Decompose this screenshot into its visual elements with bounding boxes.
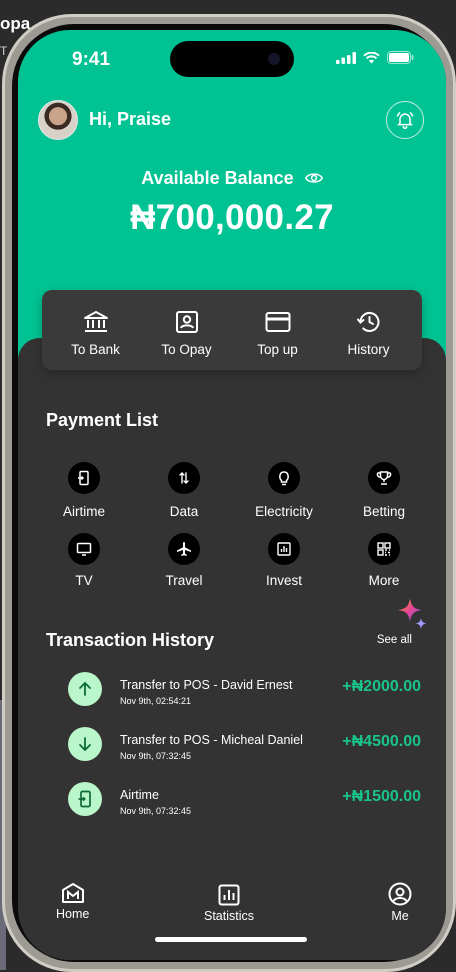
balance-amount: ₦700,000.27 bbox=[130, 198, 334, 237]
avatar[interactable] bbox=[38, 100, 78, 140]
quick-action-to-opay[interactable]: To Opay bbox=[144, 290, 230, 370]
transaction-row[interactable]: Transfer to POS - Micheal Daniel Nov 9th… bbox=[68, 725, 428, 780]
quick-action-label: To Opay bbox=[161, 342, 212, 357]
transaction-row[interactable]: Transfer to POS - David Ernest Nov 9th, … bbox=[68, 670, 428, 725]
quick-action-top-up[interactable]: Top up bbox=[235, 290, 321, 370]
home-indicator[interactable] bbox=[155, 937, 307, 942]
transaction-amount: +₦2000.00 bbox=[342, 678, 421, 695]
phone-screen: 9:41 Hi, Praise Available Balance ₦700,0… bbox=[18, 30, 446, 960]
balance-label-row: Available Balance bbox=[18, 168, 446, 190]
payment-label: Airtime bbox=[62, 504, 105, 519]
see-all-link[interactable]: See all bbox=[377, 634, 412, 646]
background-app-subtitle: T bbox=[0, 44, 8, 58]
payment-label: Betting bbox=[362, 504, 406, 519]
grid-icon bbox=[377, 542, 391, 556]
trophy-icon bbox=[376, 471, 392, 485]
transaction-title: Transfer to POS - David Ernest bbox=[120, 678, 293, 692]
payment-label: Electricity bbox=[255, 504, 313, 519]
payment-betting[interactable]: Betting bbox=[334, 462, 434, 519]
payment-label: TV bbox=[75, 573, 93, 588]
payment-more[interactable]: More bbox=[334, 533, 434, 588]
transaction-title: Airtime bbox=[120, 788, 159, 802]
nav-statistics[interactable]: Statistics bbox=[204, 884, 254, 923]
payment-data[interactable]: Data bbox=[134, 462, 234, 519]
transaction-list: Transfer to POS - David Ernest Nov 9th, … bbox=[68, 670, 428, 835]
nav-home[interactable]: Home bbox=[56, 882, 89, 921]
quick-actions-card: To Bank To Opay Top up History bbox=[42, 290, 422, 370]
transaction-amount: +₦4500.00 bbox=[342, 733, 421, 750]
tv-icon bbox=[76, 542, 92, 556]
transaction-row[interactable]: Airtime Nov 9th, 07:32:45 +₦1500.00 bbox=[68, 780, 428, 835]
arrow-up-icon bbox=[79, 681, 91, 696]
bank-icon bbox=[83, 311, 108, 332]
profile-icon bbox=[388, 882, 412, 906]
quick-action-to-bank[interactable]: To Bank bbox=[53, 290, 139, 370]
battery-icon bbox=[387, 51, 414, 64]
transaction-time: Nov 9th, 07:32:45 bbox=[120, 806, 192, 816]
plane-icon bbox=[177, 542, 191, 556]
notification-button[interactable] bbox=[386, 101, 424, 139]
data-arrows-icon bbox=[179, 472, 189, 484]
quick-action-label: Top up bbox=[257, 342, 298, 357]
payment-label: Travel bbox=[165, 573, 203, 588]
bell-icon bbox=[396, 112, 414, 130]
payment-label: Invest bbox=[265, 573, 303, 588]
nav-me[interactable]: Me bbox=[388, 882, 412, 923]
payment-airtime[interactable]: Airtime bbox=[34, 462, 134, 519]
quick-action-history[interactable]: History bbox=[326, 290, 412, 370]
arrow-down-icon bbox=[79, 737, 91, 752]
nav-label: Home bbox=[56, 907, 90, 921]
contact-card-icon bbox=[175, 311, 198, 333]
quick-action-label: To Bank bbox=[71, 342, 120, 357]
camera-icon bbox=[268, 53, 280, 65]
bottom-nav: Home Statistics Me bbox=[18, 878, 446, 938]
transaction-time: Nov 9th, 02:54:21 bbox=[120, 696, 192, 706]
payment-tv[interactable]: TV bbox=[34, 533, 134, 588]
balance-label: Available Balance bbox=[141, 168, 294, 188]
payment-invest[interactable]: Invest bbox=[234, 533, 334, 588]
payment-travel[interactable]: Travel bbox=[134, 533, 234, 588]
phone-icon bbox=[78, 790, 91, 808]
dynamic-island bbox=[170, 41, 294, 77]
payment-label: More bbox=[368, 573, 400, 588]
payment-list-title: Payment List bbox=[46, 410, 159, 430]
statistics-icon bbox=[218, 884, 240, 906]
chart-icon bbox=[277, 542, 291, 556]
transaction-amount: +₦1500.00 bbox=[342, 788, 421, 805]
wifi-icon bbox=[363, 51, 380, 63]
status-icons bbox=[336, 51, 414, 64]
nav-label: Me bbox=[391, 909, 409, 923]
payment-label: Data bbox=[169, 504, 199, 519]
quick-action-label: History bbox=[347, 342, 390, 357]
eye-icon[interactable] bbox=[304, 169, 323, 190]
sparkle-icon[interactable] bbox=[394, 596, 430, 632]
phone-icon bbox=[78, 470, 89, 486]
transaction-history-title: Transaction History bbox=[46, 630, 215, 650]
home-icon bbox=[61, 883, 84, 903]
history-icon bbox=[356, 311, 379, 332]
bulb-icon bbox=[279, 471, 289, 486]
payment-electricity[interactable]: Electricity bbox=[234, 462, 334, 519]
signal-icon bbox=[336, 51, 356, 64]
card-icon bbox=[265, 312, 290, 332]
transaction-time: Nov 9th, 07:32:45 bbox=[120, 751, 192, 761]
nav-label: Statistics bbox=[204, 909, 255, 923]
payment-grid: Airtime Data Electricity Betting TV Trav… bbox=[34, 462, 434, 588]
greeting: Hi, Praise bbox=[89, 109, 172, 129]
status-time: 9:41 bbox=[72, 49, 111, 70]
transaction-title: Transfer to POS - Micheal Daniel bbox=[120, 733, 303, 747]
